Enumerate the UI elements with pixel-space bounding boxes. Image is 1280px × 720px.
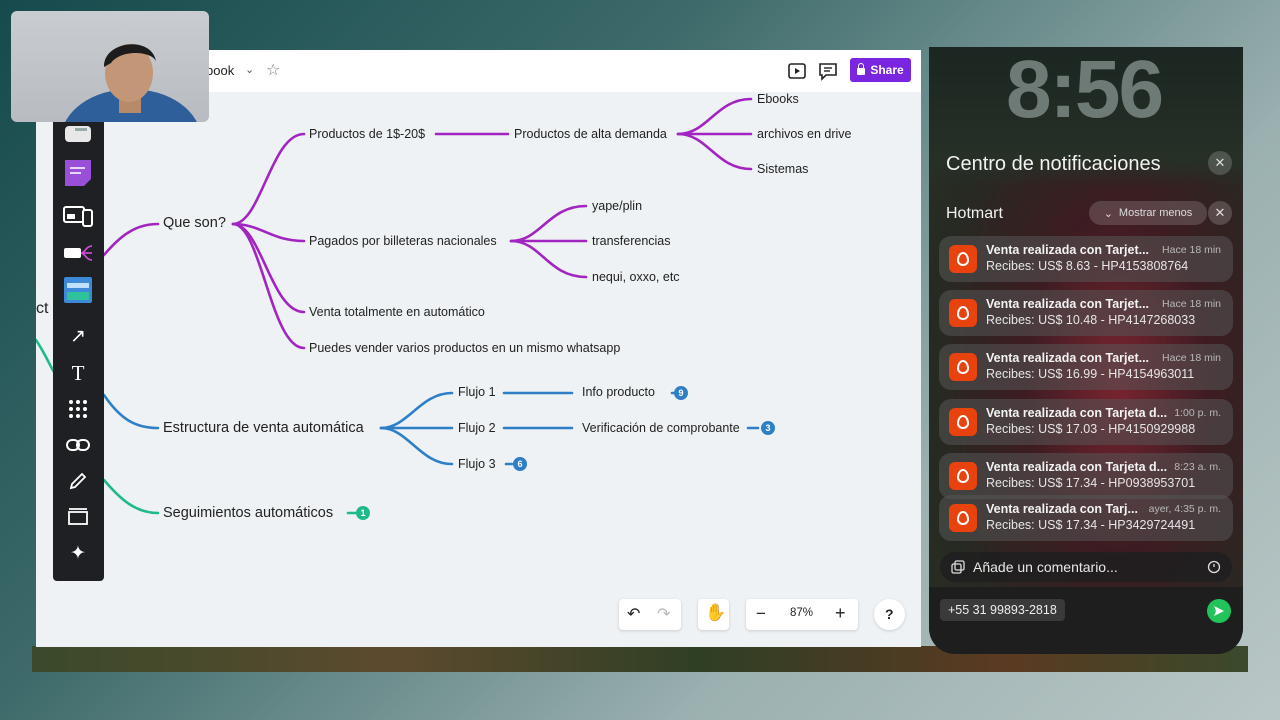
node-venta-automatico[interactable]: Venta totalmente en automático: [309, 305, 485, 319]
redo-icon[interactable]: ↷: [657, 604, 670, 624]
collapsed-count-badge[interactable]: 6: [513, 457, 527, 471]
notification-title: Venta realizada con Tarjet...: [986, 243, 1150, 257]
notification-time: Hace 18 min: [1162, 298, 1221, 310]
device-frame-icon[interactable]: [63, 202, 93, 230]
node-alta-demanda[interactable]: Productos de alta demanda: [514, 127, 667, 141]
copy-icon[interactable]: [951, 560, 965, 574]
notification-body: Recibes: US$ 17.34 - HP0938953701: [986, 476, 1196, 490]
node-productos-1-20[interactable]: Productos de 1$-20$: [309, 127, 425, 141]
zoom-controls: − 87% +: [746, 599, 858, 630]
send-button[interactable]: [1207, 599, 1231, 623]
notification-card[interactable]: Venta realizada con Tarjet... Hace 18 mi…: [939, 344, 1233, 390]
show-less-label: Mostrar menos: [1118, 207, 1193, 219]
webcam-overlay: [11, 11, 209, 122]
node-varios-productos[interactable]: Puedes vender varios productos en un mis…: [309, 341, 620, 355]
notification-time: ayer, 4:35 p. m.: [1148, 503, 1221, 515]
node-nequi-oxxo[interactable]: nequi, oxxo, etc: [592, 270, 680, 284]
hotmart-icon: [949, 504, 977, 532]
notification-card[interactable]: Venta realizada con Tarjet... Hace 18 mi…: [939, 236, 1233, 282]
sticky-note-icon[interactable]: [63, 159, 93, 187]
node-archivos-drive[interactable]: archivos en drive: [757, 127, 852, 141]
node-transferencias[interactable]: transferencias: [592, 234, 671, 248]
notification-time: 1:00 p. m.: [1174, 407, 1221, 419]
notification-body: Recibes: US$ 8.63 - HP4153808764: [986, 259, 1189, 273]
show-less-button[interactable]: ⌄ Mostrar menos: [1089, 201, 1207, 225]
phone-number-chip[interactable]: +55 31 99893-2818: [940, 599, 1065, 621]
lockscreen-clock: 8:56: [1005, 47, 1164, 135]
notification-time: Hace 18 min: [1162, 352, 1221, 364]
zoom-out-icon[interactable]: −: [756, 604, 766, 624]
notification-center-title: Centro de notificaciones: [946, 153, 1161, 175]
hotmart-icon: [949, 245, 977, 273]
cropped-node-text: ct: [36, 300, 49, 317]
send-icon: [1214, 606, 1224, 616]
phone-notification-panel: 8:56 Centro de notificaciones ✕ Hotmart …: [929, 47, 1243, 654]
hotmart-icon: [949, 353, 977, 381]
notification-body: Recibes: US$ 10.48 - HP4147268033: [986, 313, 1196, 327]
notification-time: 8:23 a. m.: [1174, 461, 1221, 473]
undo-redo-group: ↶ ↷: [619, 599, 681, 630]
text-icon[interactable]: T: [63, 359, 93, 387]
app-group-name: Hotmart: [946, 205, 1003, 222]
arrow-icon[interactable]: ↗: [63, 322, 93, 350]
zoom-level[interactable]: 87%: [790, 607, 813, 619]
help-button[interactable]: ?: [874, 599, 905, 630]
collapsed-count-badge[interactable]: 1: [356, 506, 370, 520]
node-info-producto[interactable]: Info producto: [582, 385, 655, 399]
notification-card[interactable]: Venta realizada con Tarjeta d... 8:23 a.…: [939, 453, 1233, 499]
comment-placeholder: Añade un comentario...: [973, 559, 1118, 575]
node-flujo-2[interactable]: Flujo 2: [458, 421, 496, 435]
node-estructura-venta[interactable]: Estructura de venta automática: [163, 420, 364, 436]
node-ebooks[interactable]: Ebooks: [757, 92, 799, 106]
node-flujo-3[interactable]: Flujo 3: [458, 457, 496, 471]
notification-body: Recibes: US$ 17.03 - HP4150929988: [986, 422, 1196, 436]
hand-icon: ✋: [705, 603, 727, 622]
comment-input[interactable]: Añade un comentario...: [940, 552, 1232, 582]
help-label: ?: [885, 606, 894, 622]
close-icon[interactable]: ✕: [1208, 151, 1232, 175]
node-pagados-billeteras[interactable]: Pagados por billeteras nacionales: [309, 234, 497, 248]
whiteboard-window: book ⌄ ☆ Share ct Que son? Productos de …: [36, 50, 921, 647]
hotmart-icon: [949, 299, 977, 327]
notification-title: Venta realizada con Tarjet...: [986, 297, 1150, 311]
presenter-avatar: [65, 44, 197, 122]
notification-card[interactable]: Venta realizada con Tarj... ayer, 4:35 p…: [939, 495, 1233, 541]
notification-title: Venta realizada con Tarjet...: [986, 351, 1150, 365]
notification-time: Hace 18 min: [1162, 244, 1221, 256]
node-que-son[interactable]: Que son?: [163, 215, 226, 231]
undo-icon[interactable]: ↶: [627, 604, 640, 624]
collapsed-count-badge[interactable]: 9: [674, 386, 688, 400]
node-flujo-1[interactable]: Flujo 1: [458, 385, 496, 399]
notification-body: Recibes: US$ 16.99 - HP4154963011: [986, 367, 1195, 381]
hotmart-icon: [949, 408, 977, 436]
frame-icon[interactable]: [63, 503, 93, 531]
hand-tool-button[interactable]: ✋: [698, 599, 729, 630]
frame-template-icon[interactable]: [63, 276, 93, 304]
notification-title: Venta realizada con Tarjeta d...: [986, 406, 1168, 420]
collapsed-count-badge[interactable]: 3: [761, 421, 775, 435]
template-icon[interactable]: [63, 118, 93, 146]
left-toolbar: ↗ T ✦: [53, 110, 104, 581]
link-icon[interactable]: [63, 431, 93, 459]
notification-title: Venta realizada con Tarjeta d...: [986, 460, 1168, 474]
pen-icon[interactable]: [63, 467, 93, 495]
notification-card[interactable]: Venta realizada con Tarjet... Hace 18 mi…: [939, 290, 1233, 336]
close-icon[interactable]: ✕: [1208, 201, 1232, 225]
mind-map-icon[interactable]: [63, 239, 93, 267]
zoom-in-icon[interactable]: +: [835, 603, 846, 624]
ai-sparkle-icon[interactable]: ✦: [63, 539, 93, 567]
chevron-down-icon: ⌄: [1103, 207, 1113, 220]
grid-apps-icon[interactable]: [63, 395, 93, 423]
node-verificacion[interactable]: Verificación de comprobante: [582, 421, 740, 435]
notification-title: Venta realizada con Tarj...: [986, 502, 1138, 516]
notification-card[interactable]: Venta realizada con Tarjeta d... 1:00 p.…: [939, 399, 1233, 445]
node-seguimientos[interactable]: Seguimientos automáticos: [163, 505, 333, 521]
notification-body: Recibes: US$ 17.34 - HP3429724491: [986, 518, 1196, 532]
node-sistemas[interactable]: Sistemas: [757, 162, 808, 176]
node-yape-plin[interactable]: yape/plin: [592, 199, 642, 213]
timer-icon[interactable]: [1207, 560, 1221, 574]
hotmart-icon: [949, 462, 977, 490]
